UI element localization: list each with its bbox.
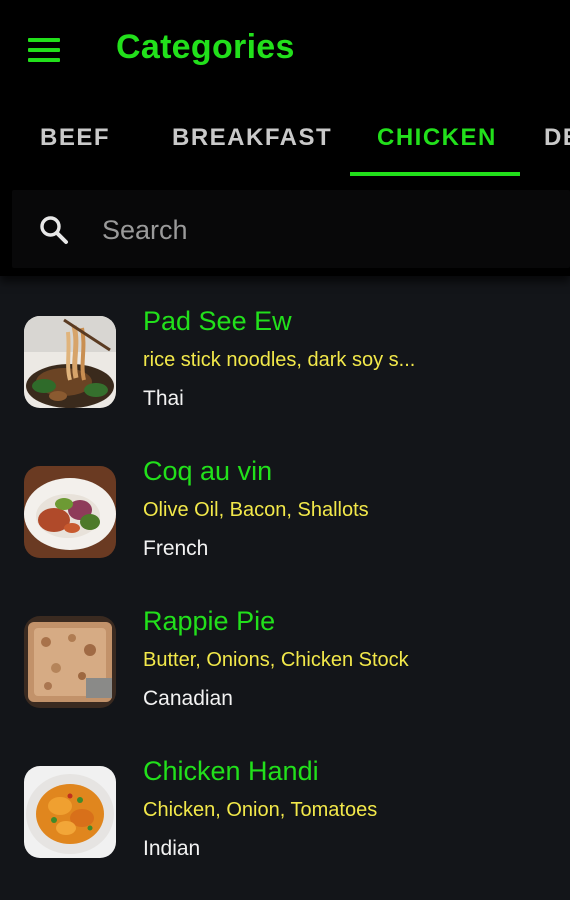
meal-thumbnail-rappie-pie [24,616,116,708]
meal-item-chicken-handi[interactable]: Chicken Handi Chicken, Onion, Tomatoes I… [0,726,570,876]
app-bar: Categories [0,0,570,104]
search-bar-container [0,180,570,276]
meal-area: Indian [143,837,201,860]
meal-thumbnail-pad-see-ew [24,316,116,408]
meal-name: Chicken Handi [143,756,319,786]
meal-item-pad-see-ew[interactable]: Pad See Ew rice stick noodles, dark soy … [0,276,570,426]
meal-ingredients: rice stick noodles, dark soy s... [143,349,416,371]
meal-name: Pad See Ew [143,306,292,336]
tab-dessert[interactable]: DE [544,124,570,152]
meal-ingredients: Olive Oil, Bacon, Shallots [143,499,369,521]
meal-area: French [143,537,209,560]
meal-ingredients: Butter, Onions, Chicken Stock [143,649,409,671]
tab-beef[interactable]: BEEF [40,124,110,152]
app-screen: Categories BEEF BREAKFAST CHICKEN DE [0,0,570,900]
tab-chicken[interactable]: CHICKEN [377,124,497,152]
search-icon[interactable] [38,214,70,246]
meal-thumbnail-chicken-handi [24,766,116,858]
meal-area: Canadian [143,687,233,710]
meal-ingredients: Chicken, Onion, Tomatoes [143,799,378,821]
meal-item-rappie-pie[interactable]: Rappie Pie Butter, Onions, Chicken Stock… [0,576,570,726]
tab-breakfast[interactable]: BREAKFAST [172,124,332,152]
meal-item-coq-au-vin[interactable]: Coq au vin Olive Oil, Bacon, Shallots Fr… [0,426,570,576]
search-input[interactable] [102,210,542,250]
meal-name: Coq au vin [143,456,273,486]
page-title: Categories [116,28,295,66]
search-bar [12,190,570,268]
meal-thumbnail-coq-au-vin [24,466,116,558]
meal-name: Rappie Pie [143,606,276,636]
active-tab-indicator [350,172,520,176]
meal-area: Thai [143,387,184,410]
meal-list: Pad See Ew rice stick noodles, dark soy … [0,276,570,900]
category-tabs: BEEF BREAKFAST CHICKEN DE [0,104,570,180]
hamburger-menu-icon[interactable] [28,38,60,62]
